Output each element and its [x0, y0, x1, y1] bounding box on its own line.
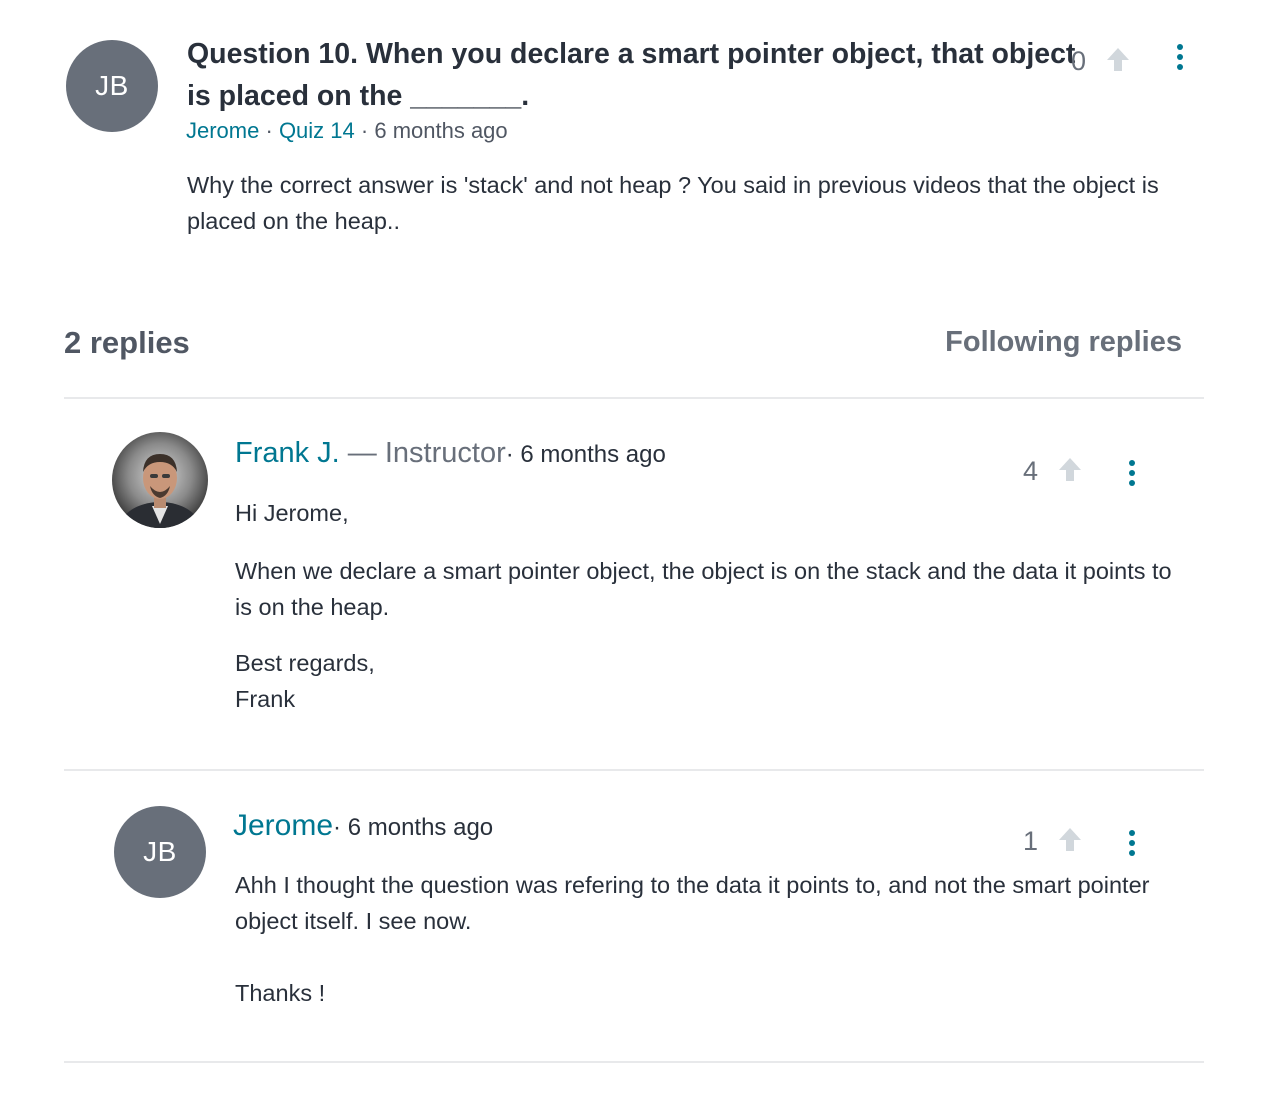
reply-time: · 6 months ago [333, 814, 494, 841]
reply-author-avatar[interactable]: JB [114, 806, 206, 898]
question-author-link[interactable]: Jerome [186, 118, 259, 143]
question-meta: Jerome · Quiz 14 · 6 months ago [186, 116, 508, 146]
question-title[interactable]: Question 10. When you declare a smart po… [187, 33, 1082, 117]
reply-paragraph: Hi Jerome, [235, 500, 349, 526]
reply-author-name[interactable]: Frank J. [235, 437, 340, 469]
question-vote-count: 0 [1071, 46, 1087, 76]
reply-author-avatar[interactable] [112, 432, 208, 528]
reply-paragraph: Frank [235, 686, 296, 712]
divider [64, 1061, 1204, 1063]
reply-more-options-icon[interactable] [1127, 830, 1137, 856]
question-time: 6 months ago [374, 118, 508, 143]
meta-separator: · [265, 118, 273, 143]
following-replies-toggle[interactable]: Following replies [945, 322, 1182, 362]
question-more-options-icon[interactable] [1175, 44, 1185, 70]
reply-paragraph: Thanks ! [235, 980, 326, 1006]
reply-header: Jerome· 6 months ago [233, 806, 493, 851]
author-photo [112, 432, 208, 528]
arrow-up-icon[interactable] [1055, 454, 1085, 484]
reply-paragraph: Ahh I thought the question was refering … [235, 872, 1150, 934]
reply-vote-count: 1 [1023, 826, 1039, 856]
reply-author-name[interactable]: Jerome [233, 809, 333, 842]
meta-separator: · [360, 118, 369, 143]
arrow-up-icon[interactable] [1055, 824, 1085, 854]
divider [64, 769, 1204, 771]
instructor-label: — Instructor [339, 437, 506, 469]
reply-paragraph: Best regards, [235, 650, 375, 676]
divider [64, 397, 1204, 399]
reply-paragraph: When we declare a smart pointer object, … [235, 558, 1172, 620]
arrow-up-icon[interactable] [1103, 44, 1133, 74]
reply-time: · 6 months ago [505, 441, 666, 468]
reply-header: Frank J. — Instructor· 6 months ago [235, 433, 666, 478]
question-course-item-link[interactable]: Quiz 14 [279, 118, 355, 143]
question-author-avatar[interactable]: JB [66, 40, 158, 132]
question-body: Why the correct answer is 'stack' and no… [187, 172, 1159, 234]
replies-count: 2 replies [64, 325, 190, 360]
reply-more-options-icon[interactable] [1127, 460, 1137, 486]
reply-vote-count: 4 [1023, 456, 1039, 486]
